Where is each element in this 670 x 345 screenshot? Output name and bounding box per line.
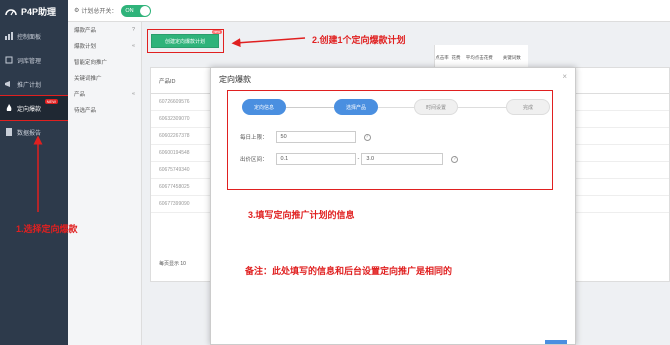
- sidebar-item-label: 推广计划: [17, 82, 42, 89]
- toggle-text: ON: [125, 7, 134, 14]
- close-icon[interactable]: ×: [562, 72, 567, 81]
- page-size-selector[interactable]: 每页显示 10: [159, 260, 186, 267]
- sidebar-item-keywords[interactable]: 词库管理: [0, 48, 68, 72]
- sidebar-item-targeted-hot[interactable]: 定向爆款 NEW: [0, 95, 69, 121]
- bid-max-input[interactable]: 3.0: [361, 153, 444, 165]
- app-logo[interactable]: P4P助理: [0, 0, 68, 22]
- cell-product-id: 60600194548: [159, 150, 190, 156]
- subnav-label: 关键词推广: [74, 76, 102, 82]
- bid-range-separator: -: [357, 156, 360, 162]
- annotation-step2: 2.创建1个定向爆款计划: [312, 35, 406, 45]
- subnav-item-candidate-products[interactable]: 待选产品: [68, 102, 141, 118]
- bar-chart-icon: [5, 32, 13, 40]
- cell-product-id: 60677458025: [159, 184, 190, 190]
- subnav-label: 待选产品: [74, 108, 97, 114]
- cell-product-id: 60726609576: [159, 99, 190, 105]
- step-targeting-info[interactable]: 定向信息: [242, 99, 286, 115]
- sidebar-item-label: 控制面板: [17, 34, 42, 41]
- daily-limit-input[interactable]: 50: [275, 131, 356, 143]
- bid-min-input[interactable]: 0.1: [275, 153, 356, 165]
- create-targeted-plan-button[interactable]: 创建定向爆款计划 new: [151, 30, 222, 48]
- step-progress: 定向信息 选择产品 时间设置 完成: [242, 99, 550, 115]
- hot-badge: new: [211, 30, 222, 34]
- cell-product-id: 60632309070: [159, 116, 190, 122]
- collapse-icon[interactable]: «: [132, 43, 135, 49]
- dialog-title: 定向爆款: [219, 75, 251, 84]
- plan-form-highlight: 定向信息 选择产品 时间设置 完成 每日上限： 50 ? 出价区间： 0.1 -…: [227, 90, 553, 190]
- annotation-step1: 1.选择定向爆款: [16, 224, 78, 234]
- subnav-item-keyword-promo[interactable]: 关键词推广: [68, 70, 141, 86]
- cell-product-id: 60602267378: [159, 133, 190, 139]
- new-badge: NEW: [44, 99, 58, 104]
- collapse-icon[interactable]: «: [132, 91, 135, 97]
- app-title: P4P助理: [21, 6, 57, 17]
- subnav-item-products[interactable]: 产品 «: [68, 86, 141, 102]
- plan-master-toggle[interactable]: ON: [121, 4, 152, 17]
- sidebar-item-dashboard[interactable]: 控制面板: [0, 24, 68, 48]
- column-header-product-id: 产品ID: [159, 78, 176, 85]
- bid-range-label: 出价区间：: [240, 157, 268, 163]
- subnav-label: 智能定向推广: [74, 60, 108, 66]
- sidebar: 控制面板 词库管理 推广计划 定向爆款 NEW 数据报告: [0, 22, 69, 345]
- megaphone-icon: [5, 80, 13, 88]
- help-icon[interactable]: ?: [451, 155, 459, 163]
- sidebar-item-label: 数据报告: [17, 130, 42, 137]
- cell-product-id: 60675749340: [159, 167, 190, 173]
- fire-icon: [5, 104, 13, 112]
- step-select-products[interactable]: 选择产品: [334, 99, 378, 115]
- subnav-item-hot-products[interactable]: 爆款产品?: [68, 22, 141, 38]
- toggle-knob: [140, 5, 151, 16]
- cell-product-id: 60677399090: [159, 201, 190, 207]
- step-connector: [286, 107, 334, 108]
- report-icon: [5, 128, 13, 136]
- step-connector: [378, 107, 414, 108]
- subnav-label: 爆款产品: [74, 28, 97, 34]
- plan-switch-label: 计划总开关：: [81, 9, 118, 15]
- annotation-note: 备注：此处填写的信息和后台设置定向推广是相同的: [245, 266, 453, 276]
- sidebar-item-label: 词库管理: [17, 58, 42, 65]
- logo-icon: [5, 9, 17, 16]
- settings-icon: ⚙: [74, 8, 80, 14]
- targeted-hot-dialog: 定向爆款 × 定向信息 选择产品 时间设置 完成 每日上限： 50 ? 出价区间…: [210, 67, 576, 345]
- sidebar-item-label: 定向爆款: [17, 106, 42, 113]
- daily-limit-label: 每日上限：: [240, 135, 268, 141]
- subnav-label: 产品: [74, 92, 86, 98]
- sidebar-item-campaigns[interactable]: 推广计划: [0, 72, 68, 96]
- top-bar: ⚙ 计划总开关： ON: [68, 0, 670, 22]
- step-connector: [458, 107, 506, 108]
- bid-range-row: 出价区间： 0.1 - 3.0 ?: [240, 153, 459, 165]
- dialog-next-button[interactable]: [545, 340, 567, 344]
- annotation-step3: 3.填写定向推广计划的信息: [248, 210, 355, 220]
- create-button-label: 创建定向爆款计划: [164, 38, 205, 45]
- subnav-item-smart-targeting[interactable]: 智能定向推广: [68, 54, 141, 70]
- help-icon[interactable]: ?: [363, 133, 371, 141]
- step-time-settings[interactable]: 时间设置: [414, 99, 458, 115]
- subnav-item-hot-plans[interactable]: 爆款计划 «: [68, 38, 141, 54]
- sub-navigation: 爆款产品? 爆款计划 « 智能定向推广 关键词推广 产品 « 待选产品: [68, 22, 142, 345]
- daily-limit-row: 每日上限： 50 ?: [240, 131, 371, 143]
- help-icon: ?: [131, 27, 135, 33]
- step-complete[interactable]: 完成: [506, 99, 550, 115]
- sidebar-item-reports[interactable]: 数据报告: [0, 120, 68, 144]
- copy-icon: [5, 56, 13, 64]
- subnav-label: 爆款计划: [74, 44, 97, 50]
